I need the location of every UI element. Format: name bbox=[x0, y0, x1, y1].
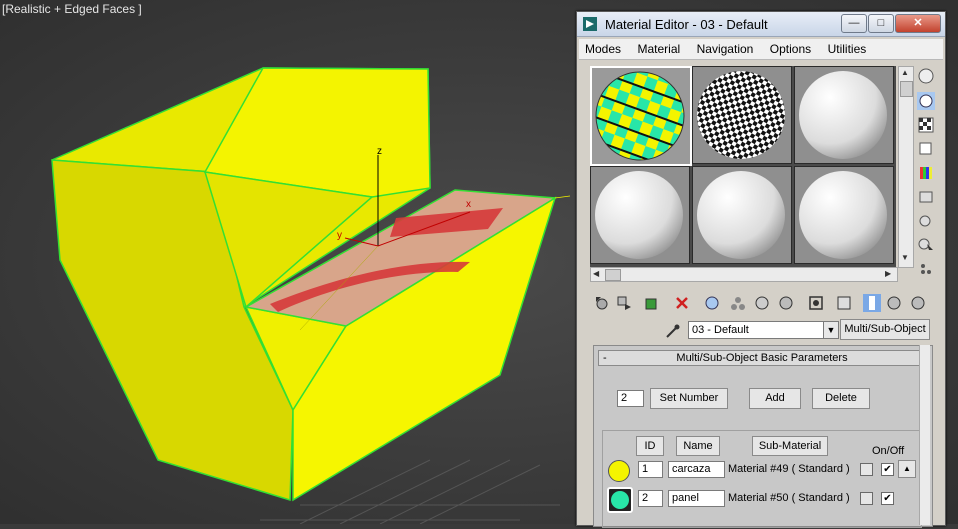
white-sphere-preview bbox=[595, 171, 683, 259]
eyedropper-icon[interactable] bbox=[665, 323, 681, 339]
submaterial-button[interactable]: Material #49 ( Standard ) bbox=[728, 463, 850, 475]
maximize-button[interactable]: □ bbox=[868, 14, 894, 33]
multi-sub-object-rollout: - Multi/Sub-Object Basic Parameters 2 Se… bbox=[593, 345, 933, 528]
scroll-thumb[interactable] bbox=[605, 269, 621, 281]
app-icon bbox=[583, 17, 597, 31]
sample-slot-4[interactable] bbox=[590, 166, 690, 264]
material-map-navigator-icon[interactable] bbox=[909, 294, 927, 312]
material-navigator-icon[interactable] bbox=[917, 260, 935, 278]
material-swatch-2[interactable] bbox=[607, 487, 633, 513]
submaterial-name-field[interactable]: panel bbox=[668, 490, 725, 507]
sample-type-icon[interactable] bbox=[917, 67, 935, 85]
white-sphere-preview bbox=[799, 71, 887, 159]
backlight-icon[interactable] bbox=[917, 92, 935, 110]
slots-horizontal-scrollbar[interactable]: ◀ ▶ bbox=[590, 267, 898, 282]
pick-material-icon[interactable] bbox=[885, 294, 903, 312]
sort-by-id-button[interactable]: ID bbox=[636, 436, 664, 456]
menu-modes[interactable]: Modes bbox=[579, 39, 627, 58]
menu-navigation[interactable]: Navigation bbox=[691, 39, 760, 58]
scroll-up-icon[interactable]: ▲ bbox=[898, 460, 916, 478]
go-to-parent-icon[interactable] bbox=[835, 294, 853, 312]
on-off-checkbox[interactable]: ✔ bbox=[881, 492, 894, 505]
minimize-button[interactable]: — bbox=[841, 14, 867, 33]
rollout-title: Multi/Sub-Object Basic Parameters bbox=[676, 352, 848, 364]
slots-vertical-scrollbar[interactable]: ▲ ▼ bbox=[898, 66, 914, 268]
submaterial-button[interactable]: Material #50 ( Standard ) bbox=[728, 492, 850, 504]
put-to-scene-icon[interactable] bbox=[615, 294, 633, 312]
multi-material-sphere-preview bbox=[595, 71, 685, 161]
axis-z-label: z bbox=[377, 146, 382, 157]
scroll-up-icon[interactable]: ▲ bbox=[901, 68, 909, 77]
sort-by-name-button[interactable]: Name bbox=[676, 436, 720, 456]
material-name-value: 03 - Default bbox=[692, 324, 749, 336]
video-color-check-icon[interactable] bbox=[917, 164, 935, 182]
material-type-button[interactable]: Multi/Sub-Object bbox=[840, 319, 930, 340]
options-icon[interactable] bbox=[917, 212, 935, 230]
chevron-down-icon[interactable]: ▼ bbox=[823, 322, 838, 338]
sample-slot-1[interactable] bbox=[590, 66, 692, 166]
sample-slot-6[interactable] bbox=[794, 166, 894, 264]
material-toolbar bbox=[591, 292, 931, 314]
get-material-icon[interactable] bbox=[593, 294, 611, 312]
menu-material[interactable]: Material bbox=[631, 39, 686, 58]
close-button[interactable]: ✕ bbox=[895, 14, 941, 33]
title-bar[interactable]: Material Editor - 03 - Default — □ ✕ bbox=[577, 12, 945, 37]
axis-x-label: x bbox=[466, 199, 471, 210]
sample-slot-3[interactable] bbox=[794, 66, 894, 164]
material-id-channel-icon[interactable] bbox=[753, 294, 771, 312]
show-end-result-icon[interactable] bbox=[807, 294, 825, 312]
put-to-library-icon[interactable] bbox=[729, 294, 747, 312]
make-preview-icon[interactable] bbox=[917, 188, 935, 206]
checker-sphere-preview bbox=[697, 71, 785, 159]
material-swatch-1[interactable] bbox=[608, 460, 630, 482]
on-off-label: On/Off bbox=[872, 445, 905, 457]
material-name-dropdown[interactable]: 03 - Default ▼ bbox=[688, 321, 839, 339]
scroll-right-icon[interactable]: ▶ bbox=[885, 269, 891, 278]
rollout-header[interactable]: - Multi/Sub-Object Basic Parameters bbox=[598, 350, 926, 366]
menu-options[interactable]: Options bbox=[764, 39, 817, 58]
delete-button[interactable]: Delete bbox=[812, 388, 870, 409]
sample-uv-tiling-icon[interactable] bbox=[917, 140, 935, 158]
rollout-scrollbar[interactable] bbox=[919, 345, 930, 525]
reset-map-icon[interactable] bbox=[673, 294, 691, 312]
go-forward-sibling-icon[interactable] bbox=[863, 294, 881, 312]
color-swatch[interactable] bbox=[860, 463, 873, 476]
sample-slots bbox=[590, 66, 896, 267]
show-shaded-material-icon[interactable] bbox=[777, 294, 795, 312]
assign-to-selection-icon[interactable] bbox=[643, 294, 661, 312]
submaterial-id-field[interactable]: 2 bbox=[638, 490, 663, 507]
menu-utilities[interactable]: Utilities bbox=[822, 39, 873, 58]
material-editor-window: Material Editor - 03 - Default — □ ✕ Mod… bbox=[576, 11, 946, 528]
sample-slot-5[interactable] bbox=[692, 166, 792, 264]
submaterial-name-field[interactable]: carcaza bbox=[668, 461, 725, 478]
white-sphere-preview bbox=[697, 171, 785, 259]
viewport-shading-label[interactable]: [Realistic + Edged Faces ] bbox=[2, 2, 142, 16]
submaterial-id-field[interactable]: 1 bbox=[638, 461, 663, 478]
scroll-left-icon[interactable]: ◀ bbox=[593, 269, 599, 278]
select-by-material-icon[interactable] bbox=[917, 236, 935, 254]
menu-bar: Modes Material Navigation Options Utilit… bbox=[579, 39, 943, 60]
sort-by-submaterial-button[interactable]: Sub-Material bbox=[752, 436, 828, 456]
set-number-button[interactable]: Set Number bbox=[650, 388, 728, 409]
background-checker-icon[interactable] bbox=[917, 116, 935, 134]
add-button[interactable]: Add bbox=[749, 388, 801, 409]
make-unique-icon[interactable] bbox=[703, 294, 721, 312]
window-title: Material Editor - 03 - Default bbox=[605, 17, 768, 32]
axis-y-label: y bbox=[337, 230, 342, 241]
white-sphere-preview bbox=[799, 171, 887, 259]
sample-slot-2[interactable] bbox=[692, 66, 792, 164]
scroll-thumb[interactable] bbox=[900, 81, 913, 97]
material-count-field[interactable]: 2 bbox=[617, 390, 644, 407]
scroll-down-icon[interactable]: ▼ bbox=[901, 253, 909, 262]
on-off-checkbox[interactable]: ✔ bbox=[881, 463, 894, 476]
collapse-icon[interactable]: - bbox=[603, 351, 607, 365]
color-swatch[interactable] bbox=[860, 492, 873, 505]
